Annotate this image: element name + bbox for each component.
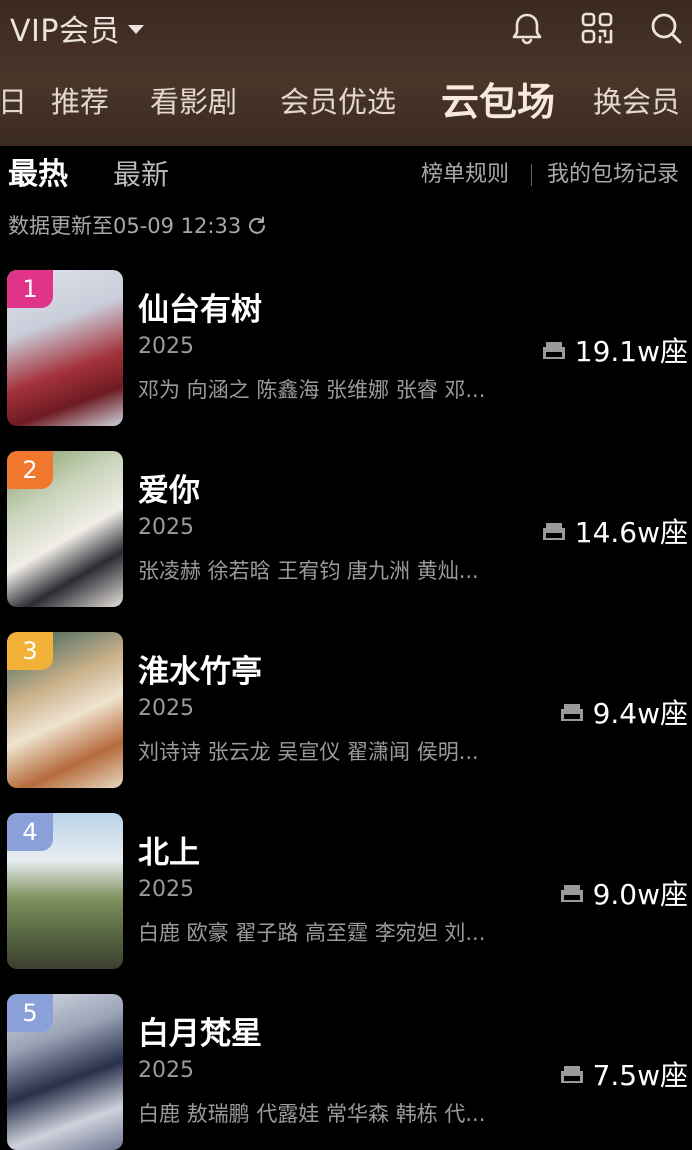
seat-count: 7.5w座 bbox=[559, 1054, 688, 1094]
chevron-down-icon bbox=[127, 24, 144, 34]
search-icon[interactable] bbox=[646, 8, 686, 48]
show-year: 2025 bbox=[138, 1058, 194, 1083]
channel-tabs: 日 推荐 看影剧 会员优选 云包场 换会员 bbox=[0, 72, 692, 132]
show-cast: 刘诗诗 张云龙 吴宣仪 翟潇闻 侯明... bbox=[138, 740, 479, 764]
show-title: 仙台有树 bbox=[138, 292, 262, 328]
tab-hottest[interactable]: 最热 bbox=[8, 152, 68, 198]
tab-ri[interactable]: 日 bbox=[0, 72, 27, 132]
seat-icon bbox=[560, 704, 583, 721]
show-cast: 白鹿 欧豪 翟子路 高至霆 李宛妲 刘... bbox=[138, 921, 486, 945]
top-header: VIP会员 日 推荐 看影剧 会员优选 云包场 换会员 bbox=[0, 0, 692, 146]
poster-image: 5 bbox=[7, 994, 123, 1150]
update-time: 数据更新至05-09 12:33 bbox=[8, 210, 267, 240]
show-cast: 张凌赫 徐若晗 王宥钧 唐九洲 黄灿... bbox=[138, 559, 479, 583]
show-title: 爱你 bbox=[138, 473, 200, 509]
vip-label: VIP会员 bbox=[10, 14, 120, 49]
show-year: 2025 bbox=[138, 877, 194, 902]
show-title: 淮水竹亭 bbox=[138, 654, 262, 690]
tab-recommend[interactable]: 推荐 bbox=[51, 72, 109, 132]
seat-count: 9.4w座 bbox=[559, 692, 688, 732]
list-item[interactable]: 4 北上 2025 白鹿 欧豪 翟子路 高至霆 李宛妲 刘... 9.0w座 bbox=[0, 813, 692, 969]
seat-count: 19.1w座 bbox=[541, 330, 688, 370]
update-text: 数据更新至05-09 12:33 bbox=[8, 214, 242, 238]
show-title: 北上 bbox=[138, 835, 200, 871]
show-cast: 邓为 向涵之 陈鑫海 张维娜 张睿 邓... bbox=[138, 378, 486, 402]
seat-icon bbox=[542, 523, 565, 540]
poster-image: 3 bbox=[7, 632, 123, 788]
list-item[interactable]: 2 爱你 2025 张凌赫 徐若晗 王宥钧 唐九洲 黄灿... 14.6w座 bbox=[0, 451, 692, 607]
show-year: 2025 bbox=[138, 696, 194, 721]
seat-icon bbox=[542, 342, 565, 359]
list-item[interactable]: 5 白月梵星 2025 白鹿 敖瑞鹏 代露娃 常华森 韩栋 代... 7.5w座 bbox=[0, 994, 692, 1150]
list-item[interactable]: 1 仙台有树 2025 邓为 向涵之 陈鑫海 张维娜 张睿 邓... 19.1w… bbox=[0, 270, 692, 426]
list-item[interactable]: 3 淮水竹亭 2025 刘诗诗 张云龙 吴宣仪 翟潇闻 侯明... 9.4w座 bbox=[0, 632, 692, 788]
refresh-icon[interactable] bbox=[247, 215, 267, 235]
poster-image: 1 bbox=[7, 270, 123, 426]
ranking-rules-link[interactable]: 榜单规则 bbox=[421, 160, 509, 190]
show-cast: 白鹿 敖瑞鹏 代露娃 常华森 韩栋 代... bbox=[138, 1102, 486, 1126]
my-records-link[interactable]: 我的包场记录 bbox=[547, 160, 679, 190]
seat-count: 14.6w座 bbox=[541, 511, 688, 551]
seat-icon bbox=[560, 1066, 583, 1083]
poster-image: 2 bbox=[7, 451, 123, 607]
seat-count: 9.0w座 bbox=[559, 873, 688, 913]
seat-icon bbox=[560, 885, 583, 902]
vip-dropdown[interactable]: VIP会员 bbox=[10, 8, 144, 49]
rank-badge: 2 bbox=[7, 451, 53, 489]
tab-switch-vip[interactable]: 换会员 bbox=[593, 72, 680, 132]
poster-image: 4 bbox=[7, 813, 123, 969]
tab-movies-shows[interactable]: 看影剧 bbox=[150, 72, 237, 132]
separator bbox=[531, 164, 532, 186]
show-title: 白月梵星 bbox=[138, 1016, 262, 1052]
rank-badge: 5 bbox=[7, 994, 53, 1032]
bell-icon[interactable] bbox=[507, 8, 547, 48]
rank-badge: 4 bbox=[7, 813, 53, 851]
tab-vip-picks[interactable]: 会员优选 bbox=[280, 72, 396, 132]
tab-cloud-premiere[interactable]: 云包场 bbox=[441, 72, 555, 132]
show-year: 2025 bbox=[138, 515, 194, 540]
scan-icon[interactable] bbox=[577, 8, 617, 48]
tab-newest[interactable]: 最新 bbox=[113, 152, 169, 198]
show-year: 2025 bbox=[138, 334, 194, 359]
rank-badge: 3 bbox=[7, 632, 53, 670]
rank-badge: 1 bbox=[7, 270, 53, 308]
